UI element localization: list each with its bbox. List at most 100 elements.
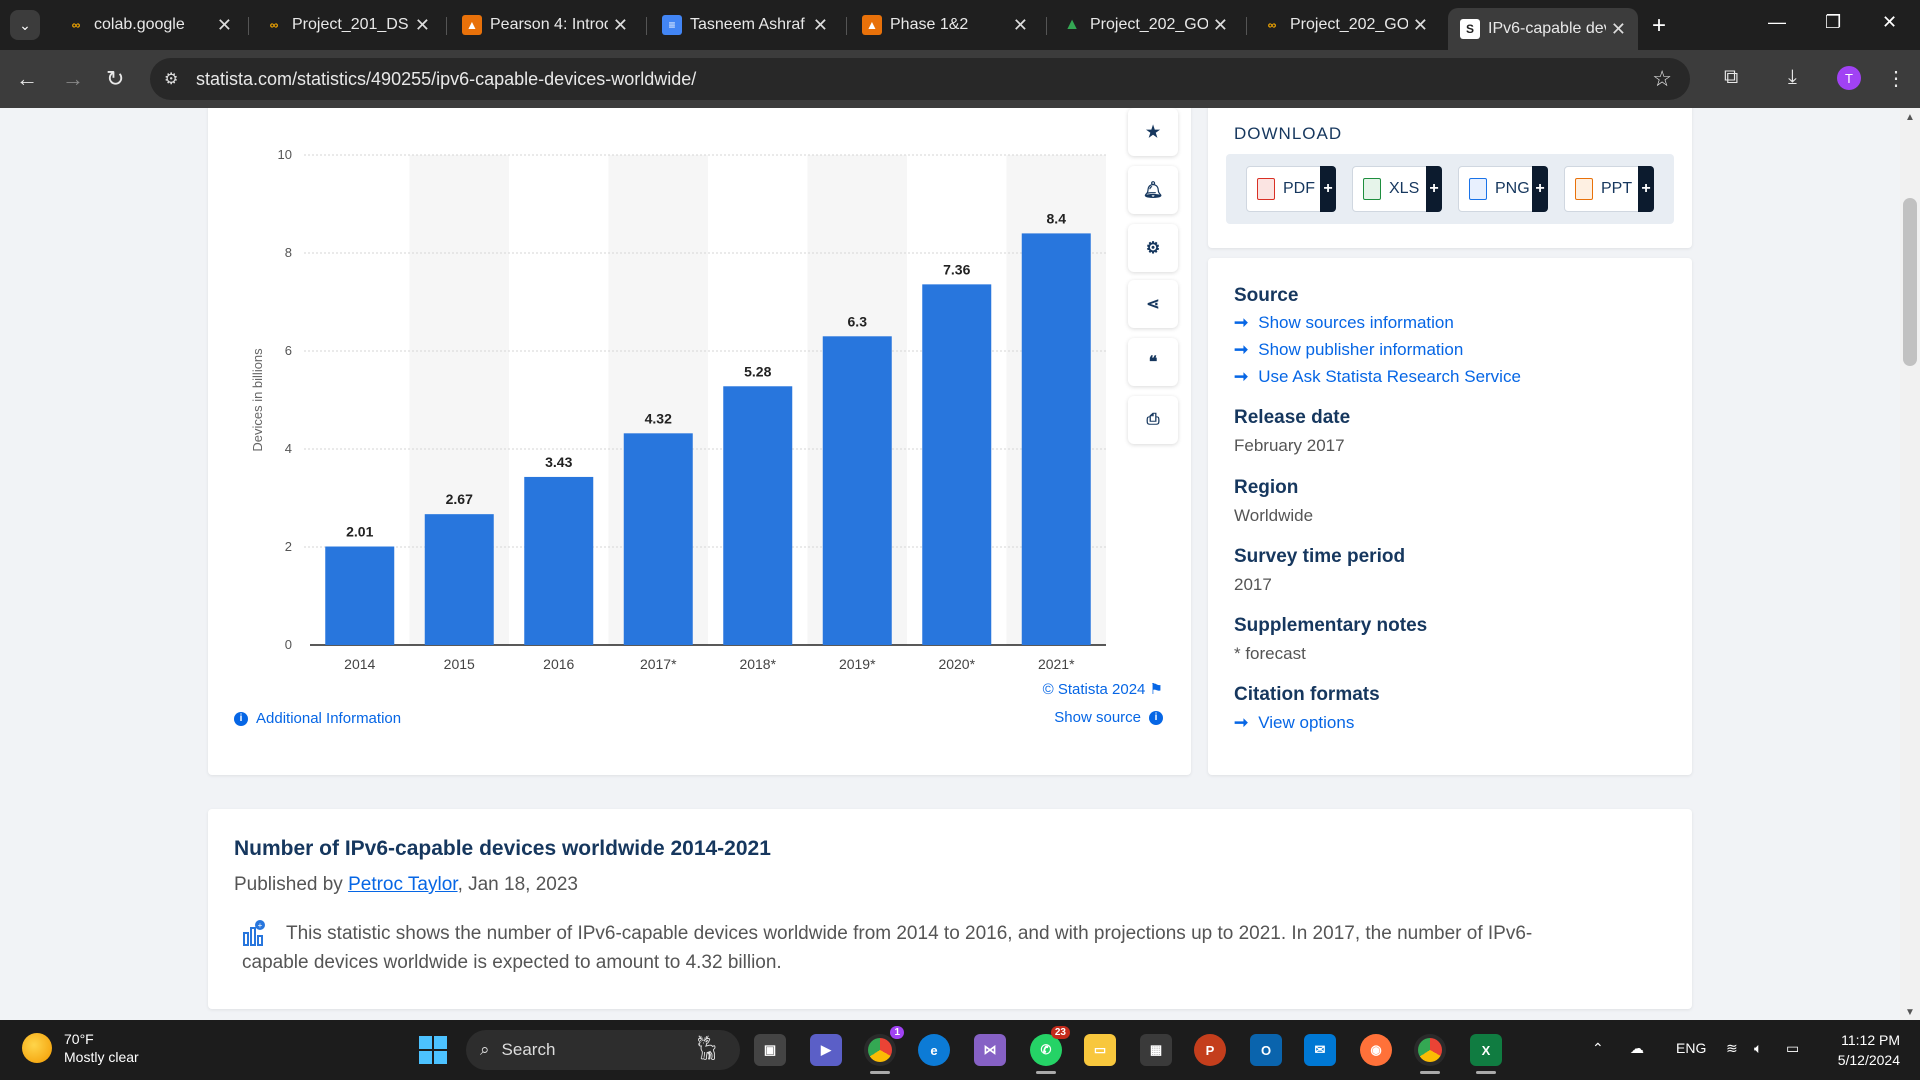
scrollbar-thumb[interactable] — [1903, 198, 1917, 366]
new-tab-button[interactable]: + — [1652, 12, 1666, 40]
bar-value-label: 2.01 — [346, 524, 373, 540]
profile-avatar[interactable]: T — [1837, 66, 1861, 90]
edge-icon[interactable]: e — [918, 1034, 950, 1066]
volume-icon[interactable]: 🔈︎ — [1754, 1040, 1762, 1057]
site-info-icon[interactable]: ⚙ — [164, 69, 178, 89]
browser-tab[interactable]: ∞ colab.google ✕ — [54, 7, 244, 43]
menu-icon[interactable]: ⋮ — [1886, 66, 1906, 91]
chrome-icon[interactable]: 1 — [864, 1026, 904, 1074]
mail-icon[interactable]: ✉ — [1304, 1034, 1336, 1066]
show-sources-link[interactable]: ➞ Show sources information — [1234, 313, 1454, 333]
wifi-icon[interactable]: ≋ — [1726, 1040, 1738, 1057]
download-card: DOWNLOAD PDF + XLS + PNG + PPT + — [1208, 108, 1692, 248]
bar-value-label: 3.43 — [545, 454, 572, 470]
scroll-down-icon[interactable]: ▼ — [1905, 1007, 1915, 1018]
close-icon[interactable]: ✕ — [813, 15, 828, 36]
bar-2018* — [723, 386, 793, 645]
source-heading: Source — [1234, 285, 1299, 306]
browser-tab[interactable]: ▲ Pearson 4: Introd ✕ — [450, 7, 640, 43]
bar-2020* — [922, 284, 992, 645]
close-icon[interactable]: ✕ — [1213, 15, 1228, 36]
show-source-link[interactable]: Show source i — [1054, 709, 1163, 726]
statista-copyright[interactable]: © Statista 2024 ⚑ — [1043, 680, 1163, 698]
author-link[interactable]: Petroc Taylor — [348, 874, 457, 895]
url-bar[interactable]: ⚙ statista.com/statistics/490255/ipv6-ca… — [150, 58, 1690, 100]
system-clock[interactable]: 11:12 PM 5/12/2024 — [1820, 1030, 1900, 1070]
notification-button[interactable]: 🔔︎ — [1128, 166, 1178, 214]
favorite-star-button[interactable]: ★ — [1128, 108, 1178, 156]
close-icon[interactable]: ✕ — [1013, 15, 1028, 36]
download-xls-button[interactable]: XLS + — [1352, 166, 1442, 212]
start-button[interactable] — [419, 1036, 447, 1064]
task-view-icon[interactable]: ▣ — [754, 1034, 786, 1066]
tab-search-button[interactable]: ⌄ — [10, 10, 40, 40]
arrow-right-icon: ➞ — [1234, 713, 1249, 732]
onedrive-icon[interactable]: ☁ — [1630, 1040, 1644, 1057]
y-tick-label: 6 — [285, 343, 292, 358]
page-content: 0 2 4 6 8 10 Devices in billions 2.01 2014 2.67 20… — [0, 108, 1900, 1020]
pdf-icon — [1257, 178, 1275, 200]
print-button[interactable]: ⎙ — [1128, 396, 1178, 444]
powerpoint-icon[interactable]: P — [1194, 1034, 1226, 1066]
description-card: Number of IPv6-capable devices worldwide… — [208, 809, 1692, 1009]
arrow-right-icon: ➞ — [1234, 340, 1249, 359]
close-icon[interactable]: ✕ — [1611, 19, 1626, 40]
close-icon[interactable]: ✕ — [217, 15, 232, 36]
forward-button[interactable]: → — [62, 66, 84, 92]
reload-button[interactable]: ↻ — [106, 66, 124, 92]
minimize-button[interactable]: — — [1768, 12, 1786, 33]
whatsapp-icon[interactable]: ✆ 23 — [1030, 1026, 1070, 1074]
download-pdf-button[interactable]: PDF + — [1246, 166, 1336, 212]
bar-value-label: 5.28 — [744, 363, 771, 379]
download-ppt-button[interactable]: PPT + — [1564, 166, 1654, 212]
statistic-details-card: Source ➞ Show sources information ➞ Show p… — [1208, 258, 1692, 775]
show-publisher-link[interactable]: ➞ Show publisher information — [1234, 340, 1463, 360]
download-png-button[interactable]: PNG + — [1458, 166, 1548, 212]
show-hidden-icons[interactable]: ⌃ — [1592, 1040, 1604, 1057]
taskbar-search[interactable]: ⌕ Search 🦌︎ — [466, 1030, 740, 1070]
star-icon: ★ — [1145, 124, 1161, 141]
view-options-link[interactable]: ➞ View options — [1234, 713, 1354, 733]
colab-icon: ∞ — [1267, 18, 1277, 32]
browser-tab[interactable]: ∞ Project_201_DS - ✕ — [252, 7, 442, 43]
browser-tab[interactable]: ▲ Phase 1&2 ✕ — [850, 7, 1040, 43]
supplementary-notes-heading: Supplementary notes — [1234, 615, 1428, 636]
browser-tab[interactable]: ∞ Project_202_GOV ✕ — [1250, 7, 1440, 43]
close-window-button[interactable]: ✕ — [1882, 12, 1897, 33]
page-scrollbar[interactable]: ▲ ▼ — [1900, 108, 1920, 1020]
visual-studio-icon[interactable]: ⋈ — [974, 1034, 1006, 1066]
browser-tab-active[interactable]: S IPv6-capable dev ✕ — [1448, 8, 1638, 50]
bar-2017* — [623, 433, 693, 645]
chrome-profile-icon[interactable] — [1414, 1034, 1446, 1074]
firefox-icon[interactable]: ◉ — [1360, 1034, 1392, 1066]
additional-information-link[interactable]: i Additional Information — [234, 710, 401, 727]
excel-icon[interactable]: X — [1470, 1034, 1502, 1074]
download-icon[interactable]: ⤓ — [1788, 66, 1797, 89]
close-icon[interactable]: ✕ — [415, 15, 430, 36]
restore-button[interactable]: ❐ — [1825, 12, 1841, 33]
x-tick-label: 2016 — [543, 656, 574, 672]
weather-widget[interactable]: 70°F Mostly clear — [22, 1030, 139, 1066]
share-button[interactable]: ⋖ — [1128, 280, 1178, 328]
extensions-icon[interactable]: ⧉ — [1724, 66, 1738, 89]
outlook-icon[interactable]: O — [1250, 1034, 1282, 1066]
browser-tab[interactable]: ≡ Tasneem Ashraf ✕ — [650, 7, 840, 43]
language-indicator[interactable]: ENG — [1676, 1040, 1706, 1056]
back-button[interactable]: ← — [16, 66, 38, 92]
bar-value-label: 4.32 — [645, 410, 672, 426]
ask-statista-link[interactable]: ➞ Use Ask Statista Research Service — [1234, 367, 1521, 387]
browser-tab[interactable]: ▲ Project_202_GOV ✕ — [1050, 7, 1240, 43]
battery-icon[interactable]: ▭ — [1786, 1040, 1799, 1057]
microsoft-store-icon[interactable]: ▦ — [1140, 1034, 1172, 1066]
scroll-up-icon[interactable]: ▲ — [1905, 112, 1915, 123]
url-text[interactable]: statista.com/statistics/490255/ipv6-capa… — [196, 69, 696, 90]
teams-icon[interactable]: ▶ — [810, 1034, 842, 1066]
cite-button[interactable]: ❝ — [1128, 338, 1178, 386]
settings-button[interactable]: ⚙ — [1128, 224, 1178, 272]
file-explorer-icon[interactable]: ▭ — [1084, 1034, 1116, 1066]
close-icon[interactable]: ✕ — [1413, 15, 1428, 36]
bookmark-star-icon[interactable]: ☆ — [1652, 66, 1672, 92]
close-icon[interactable]: ✕ — [613, 15, 628, 36]
statistic-title: Number of IPv6-capable devices worldwide… — [234, 837, 771, 860]
bar-value-label: 7.36 — [943, 261, 970, 277]
